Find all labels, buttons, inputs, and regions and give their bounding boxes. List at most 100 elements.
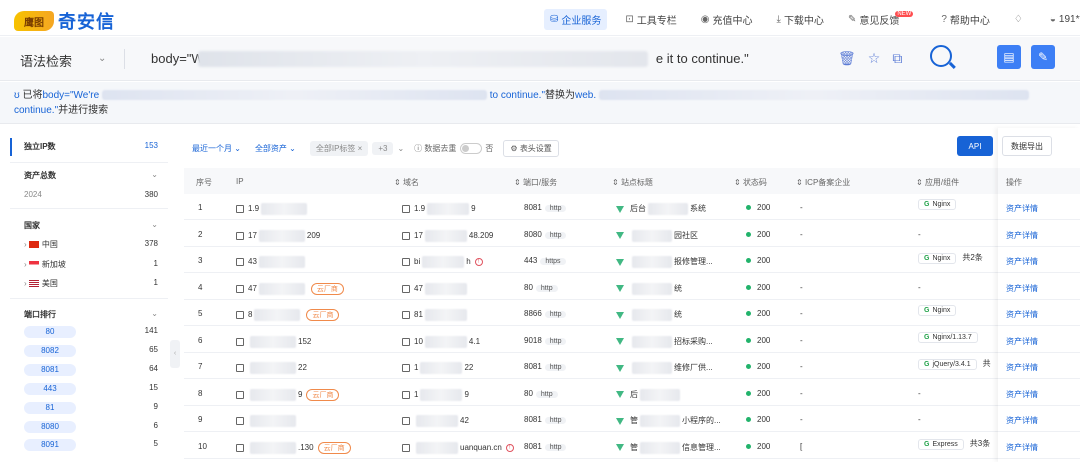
nav-feedback[interactable]: ✎ 意见反馈 NEW — [848, 10, 917, 27]
component-cell[interactable]: GjQuery/3.4.1 共 — [918, 358, 991, 370]
domain-cell[interactable]: 1.9 9 — [402, 203, 476, 215]
protocol-tag: http — [544, 443, 567, 451]
asset-filter[interactable]: 全部资产 ⌄ — [255, 143, 296, 154]
domain-cell[interactable]: 81 — [402, 309, 469, 321]
port-cell[interactable]: 8081 http — [524, 415, 567, 424]
component-cell[interactable]: G Nginx 共2条 — [918, 252, 983, 264]
domain-cell[interactable]: 19 — [402, 388, 469, 401]
chevron-down-icon[interactable]: ⌄ — [151, 309, 158, 318]
ip-cell[interactable]: 8 云厂商 — [236, 309, 340, 322]
search-type-select[interactable]: 语法检索 ⌄ — [20, 51, 106, 70]
ip-cell[interactable]: 1.9 — [236, 203, 309, 215]
sidebar-collapse-handle[interactable]: ‹ — [170, 340, 180, 368]
copy-icon[interactable]: ⧉ — [892, 50, 902, 67]
component-cell[interactable]: G Nginx — [918, 305, 957, 316]
column-settings-button[interactable]: ⚙ 表头设置 — [503, 140, 559, 157]
port-cell[interactable]: 80 http — [524, 283, 558, 292]
component-cell[interactable]: G Nginx — [918, 199, 957, 210]
redacted-ip — [250, 388, 296, 401]
domain-cell[interactable]: 42 — [402, 415, 469, 427]
ip-cell[interactable]: 43 — [236, 256, 307, 268]
report-icon[interactable]: ▤ — [997, 45, 1021, 69]
port-item[interactable]: 80 141 — [10, 326, 168, 338]
brand-name: 奇安信 — [58, 12, 115, 32]
nav-recharge[interactable]: ◉ 充值中心 — [701, 12, 753, 27]
vue-icon — [616, 444, 624, 451]
port-cell[interactable]: 80 http — [524, 389, 558, 398]
edit-doc-icon[interactable]: ✎ — [1031, 45, 1055, 69]
port-item[interactable]: 8082 65 — [10, 345, 168, 357]
ip-cell[interactable]: 9 云厂商 — [236, 388, 340, 401]
country-item[interactable]: › 中国 378 — [10, 239, 168, 250]
title-cell: 后 — [616, 388, 682, 401]
port-item[interactable]: 443 15 — [10, 383, 168, 395]
domain-cell[interactable]: 17 48.209 — [402, 229, 493, 242]
port-item[interactable]: 81 9 — [10, 402, 168, 414]
ip-cell[interactable]: 17 209 — [236, 229, 320, 242]
help-icon: ? — [941, 14, 947, 25]
nav-user[interactable]: ◒191******93⌄ — [1050, 14, 1080, 25]
dedup-toggle[interactable] — [460, 143, 483, 154]
asset-year-row[interactable]: 2024 380 — [10, 190, 168, 199]
port-cell[interactable]: 443 https — [524, 256, 566, 265]
trash-icon[interactable]: 🗑 — [838, 50, 856, 67]
port-cell[interactable]: 8081 http — [524, 442, 567, 451]
top-navbar: 鹰图 奇安信 ⛁ 企业服务 ⊡ 工具专栏 ◉ 充值中心 ⤓ 下载中心 ✎ 意见反馈 NEW … — [0, 0, 1080, 36]
domain-cell[interactable]: uanquan.cn! — [402, 441, 514, 454]
redacted-domain — [420, 362, 463, 374]
search-icon[interactable] — [930, 45, 952, 67]
title-cell: 统 — [616, 282, 682, 295]
port-item[interactable]: 8080 6 — [10, 421, 168, 433]
domain-cell[interactable]: bi h! — [402, 256, 483, 268]
chevron-down-icon[interactable]: ⌄ — [151, 170, 158, 179]
nav-tools[interactable]: ⊡ 工具专栏 — [625, 12, 676, 27]
port-cell[interactable]: 8080 http — [524, 230, 567, 239]
redacted-ip — [254, 309, 301, 321]
redacted-title — [632, 309, 672, 321]
ip-cell[interactable]: 47 云厂商 — [236, 282, 344, 295]
nav-download[interactable]: ⤓ 下载中心 — [777, 12, 824, 27]
singapore-flag-icon — [28, 261, 39, 269]
recharge-icon: ◉ — [700, 14, 710, 25]
time-filter[interactable]: 最近一个月 ⌄ — [192, 143, 241, 154]
domain-cell[interactable]: 1 22 — [402, 362, 473, 374]
ip-cell[interactable] — [236, 415, 298, 427]
status-cell: 200 — [746, 336, 770, 345]
port-cell[interactable]: 8866 http — [524, 309, 567, 318]
brand-logo[interactable]: 鹰图 奇安信 — [14, 8, 115, 34]
status-dot — [746, 311, 751, 317]
vue-icon — [616, 205, 624, 213]
more-tags-chip[interactable]: +3 — [372, 142, 394, 155]
unique-ip-stat[interactable]: 独立IP数 153 — [10, 138, 168, 156]
status-cell: 200 — [746, 283, 770, 292]
ip-cell[interactable]: 152 — [236, 335, 311, 348]
port-item[interactable]: 8091 5 — [10, 439, 168, 451]
component-cell[interactable]: G Nginx/1.13.7 — [918, 331, 978, 343]
nav-notifications[interactable]: ♢ — [1014, 14, 1026, 25]
port-item[interactable]: 8081 64 — [10, 364, 168, 376]
status-dot — [746, 258, 751, 264]
country-item[interactable]: › 美国 1 — [10, 278, 168, 289]
component-cell[interactable]: G Express 共3条 — [918, 438, 990, 450]
ip-tag-chip[interactable]: 全部IP标签 × — [309, 141, 369, 156]
star-icon[interactable]: ☆ — [868, 50, 881, 67]
chevron-down-icon[interactable]: ⌄ — [151, 220, 158, 229]
ip-cell[interactable]: 22 — [236, 362, 307, 374]
close-icon[interactable]: × — [358, 144, 363, 153]
port-cell[interactable]: 9018 http — [524, 336, 567, 345]
api-button[interactable]: API — [957, 136, 993, 156]
link-icon — [402, 337, 410, 346]
domain-cell[interactable]: 10 4.1 — [402, 335, 480, 348]
protocol-tag: http — [535, 390, 558, 398]
ip-cell[interactable]: .130 云厂商 — [236, 441, 351, 454]
country-item[interactable]: › 新加坡 1 — [10, 259, 168, 270]
port-cell[interactable]: 8081 http — [524, 362, 567, 371]
vue-icon — [616, 417, 624, 425]
port-cell[interactable]: 8081 http — [524, 203, 567, 212]
status-cell: 200 — [746, 415, 770, 424]
chevron-down-icon[interactable]: ⌄ — [397, 144, 404, 153]
nav-enterprise[interactable]: ⛁ 企业服务 — [544, 9, 608, 30]
vue-icon — [616, 285, 624, 292]
nav-help[interactable]: ? 帮助中心 — [941, 12, 990, 27]
domain-cell[interactable]: 47 — [402, 282, 469, 295]
